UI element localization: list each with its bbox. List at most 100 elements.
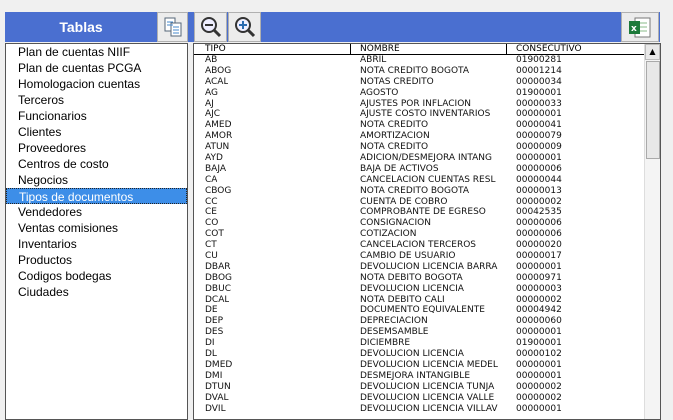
cell-nombre: DESEMSAMBLE (360, 327, 429, 338)
table-item[interactable]: Codigos bodegas (6, 268, 187, 284)
table-item[interactable]: Proveedores (6, 140, 187, 156)
table-row[interactable]: DBAR DEVOLUCION LICENCIA BARRA 00000001 (194, 262, 644, 273)
table-item[interactable]: Homologacion cuentas (6, 76, 187, 92)
table-item[interactable]: Plan de cuentas NIIF (6, 44, 187, 60)
vertical-scrollbar[interactable]: ▲ (644, 44, 660, 419)
copy-button[interactable] (157, 12, 188, 42)
cell-tipo: AMOR (205, 131, 233, 142)
table-row[interactable]: DBOG NOTA DEBITO BOGOTA 00000971 (194, 273, 644, 284)
table-row[interactable]: CC CUENTA DE COBRO 00000002 (194, 197, 644, 208)
table-row[interactable]: CT CANCELACION TERCEROS 00000020 (194, 240, 644, 251)
scroll-thumb[interactable] (646, 61, 660, 159)
zoom-out-button[interactable] (194, 12, 227, 42)
table-row[interactable]: DVAL DEVOLUCION LICENCIA VALLE 00000002 (194, 393, 644, 404)
table-item[interactable]: Plan de cuentas PCGA (6, 60, 187, 76)
cell-consecutivo: 00000009 (516, 142, 562, 153)
cell-consecutivo: 00000079 (516, 131, 562, 142)
cell-tipo: CA (205, 174, 218, 185)
cell-tipo: CBOG (205, 185, 232, 196)
table-row[interactable]: ACAL NOTAS CREDITO 00000034 (194, 77, 644, 88)
cell-nombre: NOTA CREDITO BOGOTA (360, 65, 469, 76)
table-item[interactable]: Tipos de documentos (6, 188, 187, 204)
cell-consecutivo: 00042535 (516, 207, 562, 218)
cell-tipo: CE (205, 207, 217, 218)
cell-tipo: DES (205, 327, 224, 338)
zoom-in-button[interactable] (228, 12, 261, 42)
cell-consecutivo: 00000013 (516, 185, 562, 196)
column-divider[interactable] (506, 44, 507, 55)
table-row[interactable]: DMI DESMEJORA INTANGIBLE 00000001 (194, 371, 644, 382)
table-row[interactable]: DEP DEPRECIACION 00000060 (194, 316, 644, 327)
table-row[interactable]: CBOG NOTA CRÉDITO BOGOTÁ 00000013 (194, 186, 644, 197)
table-item[interactable]: Clientes (6, 124, 187, 140)
table-row[interactable]: ABOG NOTA CREDITO BOGOTA 00001214 (194, 66, 644, 77)
cell-nombre: CAMBIO DE USUARIO (360, 251, 456, 262)
zoom-in-icon (234, 17, 255, 38)
table-row[interactable]: DES DESEMSAMBLE 00000001 (194, 327, 644, 338)
cell-nombre: NOTA CREDITO (360, 142, 429, 153)
table-item[interactable]: Vendedores (6, 204, 187, 220)
table-row[interactable]: DMED DEVOLUCION LICENCIA MEDEL 00000001 (194, 360, 644, 371)
table-row[interactable]: DTUN DEVOLUCION LICENCIA TUNJA 00000002 (194, 382, 644, 393)
table-row[interactable]: AYD ADICION/DESMEJORA INTANG 00000001 (194, 153, 644, 164)
svg-text:x: x (631, 24, 637, 34)
cell-tipo: COT (205, 229, 224, 240)
table-row[interactable]: AMOR AMORTIZACIÓN 00000079 (194, 131, 644, 142)
table-item[interactable]: Ciudades (6, 284, 187, 300)
table-row[interactable]: AJC AJUSTE COSTO INVENTARIOS 00000001 (194, 109, 644, 120)
cell-nombre: AGOSTO (360, 87, 399, 98)
cell-tipo: DMI (205, 370, 223, 381)
grid-header: TIPO NOMBRE CONSECUTIVO (194, 44, 644, 55)
cell-nombre: NOTA DEBITO CALI (360, 294, 445, 305)
table-item[interactable]: Inventarios (6, 236, 187, 252)
cell-tipo: DEP (205, 316, 224, 327)
cell-consecutivo: 00000001 (516, 403, 562, 414)
cell-tipo: CU (205, 251, 218, 262)
table-row[interactable]: BAJA BAJA DE ACTIVOS 00000006 (194, 164, 644, 175)
header-nombre[interactable]: NOMBRE (360, 44, 400, 55)
table-item[interactable]: Centros de costo (6, 156, 187, 172)
cell-tipo: ACAL (205, 76, 229, 87)
documents-grid: TIPO NOMBRE CONSECUTIVO AB ABRIL 01900281 A… (193, 43, 661, 420)
table-row[interactable]: CE COMPROBANTE DE EGRESO 00042535 (194, 207, 644, 218)
table-row[interactable]: DL DEVOLUCION LICENCIA 00000102 (194, 349, 644, 360)
table-row[interactable]: CO CONSIGNACION 00000006 (194, 218, 644, 229)
table-row[interactable]: AJ AJUSTES POR INFLACION 00000033 (194, 99, 644, 110)
table-row[interactable]: COT COTIZACIÓN 00000006 (194, 229, 644, 240)
table-row[interactable]: CU CAMBIO DE USUARIO 00000017 (194, 251, 644, 262)
column-divider[interactable] (350, 44, 351, 55)
copy-document-icon (164, 17, 181, 37)
cell-consecutivo: 00000020 (516, 240, 562, 251)
table-row[interactable]: AB ABRIL 01900281 (194, 55, 644, 66)
table-row[interactable]: ATUN NOTA CREDITO 00000009 (194, 142, 644, 153)
table-item[interactable]: Funcionarios (6, 108, 187, 124)
table-item[interactable]: Negocios (6, 172, 187, 188)
cell-nombre: NOTAS CREDITO (360, 76, 434, 87)
table-row[interactable]: DBUC DEVOLUCION LICENCIA 00000003 (194, 284, 644, 295)
table-item[interactable]: Ventas comisiones (6, 220, 187, 236)
header-tipo[interactable]: TIPO (205, 44, 226, 55)
table-row[interactable]: CA CANCELACION CUENTAS RESL 00000044 (194, 175, 644, 186)
cell-consecutivo: 00000034 (516, 76, 562, 87)
table-row[interactable]: DCAL NOTA DEBITO CALI 00000002 (194, 295, 644, 306)
excel-export-icon: x (629, 17, 651, 38)
cell-consecutivo: 00000001 (516, 261, 562, 272)
cell-consecutivo: 00000001 (516, 327, 562, 338)
scroll-up-arrow-icon[interactable]: ▲ (645, 44, 660, 60)
export-excel-button[interactable]: x (621, 12, 659, 42)
cell-tipo: DI (205, 338, 215, 349)
cell-nombre: COTIZACIÓN (360, 229, 417, 240)
table-row[interactable]: AMED NOTA CREDITO 00000041 (194, 120, 644, 131)
cell-tipo: ATUN (205, 142, 230, 153)
table-item[interactable]: Terceros (6, 92, 187, 108)
table-row[interactable]: AG AGOSTO 01900001 (194, 88, 644, 99)
cell-consecutivo: 00000002 (516, 196, 562, 207)
cell-tipo: AMED (205, 120, 232, 131)
table-row[interactable]: DI DICIEMBRE 01900001 (194, 338, 644, 349)
cell-consecutivo: 00000041 (516, 120, 562, 131)
cell-nombre: DOCUMENTO EQUIVALENTE (360, 305, 485, 316)
table-row[interactable]: DVIL DEVOLUCION LICENCIA VILLAV 00000001 (194, 404, 644, 415)
table-item[interactable]: Productos (6, 252, 187, 268)
header-consecutivo[interactable]: CONSECUTIVO (516, 44, 582, 55)
table-row[interactable]: DE DOCUMENTO EQUIVALENTE 00004942 (194, 305, 644, 316)
